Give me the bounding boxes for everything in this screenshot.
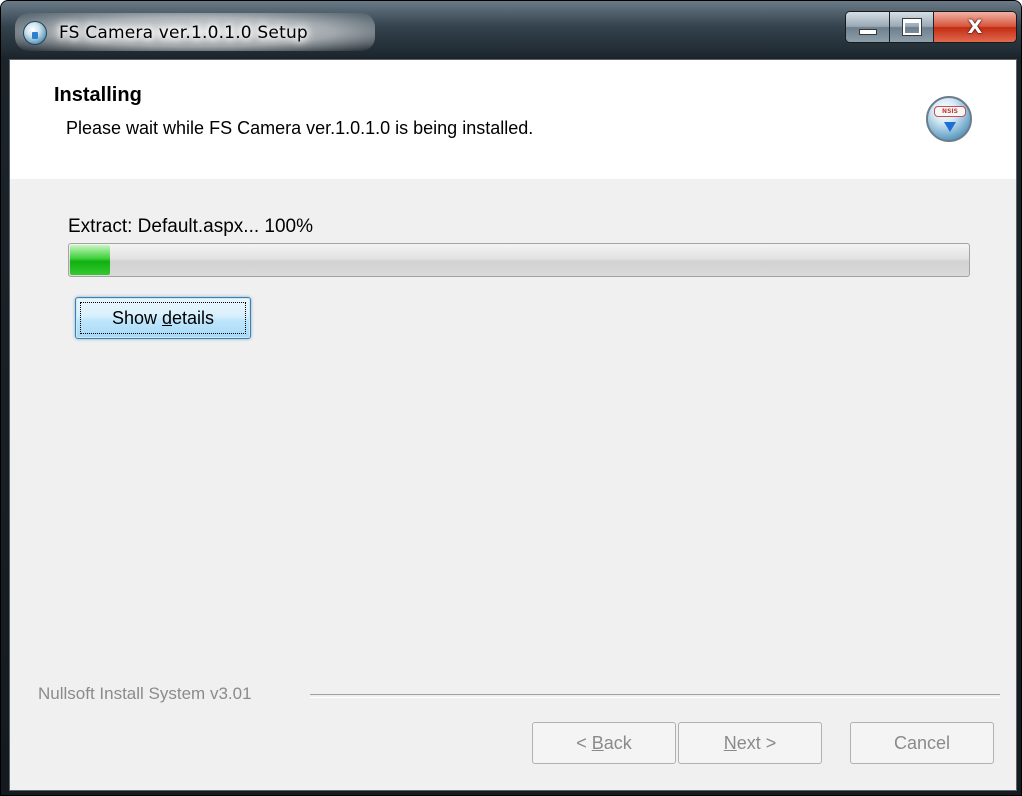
back-button[interactable]: < Back <box>532 722 676 764</box>
branding-divider <box>310 694 1000 698</box>
progress-bar-fill <box>70 245 110 275</box>
minimize-button[interactable] <box>846 12 890 42</box>
close-icon: X <box>967 16 983 38</box>
installer-header: Installing Please wait while FS Camera v… <box>10 60 1016 179</box>
nsis-installer-icon: NSIS <box>926 96 972 142</box>
cancel-button[interactable]: Cancel <box>850 722 994 764</box>
focus-ring <box>80 302 246 334</box>
branding-text: Nullsoft Install System v3.01 <box>38 684 260 704</box>
window-title: FS Camera ver.1.0.1.0 Setup <box>59 23 308 43</box>
caption-buttons: X <box>845 11 1017 43</box>
page-title: Installing <box>54 84 142 106</box>
maximize-button[interactable] <box>890 12 934 42</box>
minimize-icon <box>858 29 877 35</box>
header-divider <box>10 178 1016 179</box>
page-subtitle: Please wait while FS Camera ver.1.0.1.0 … <box>66 118 534 138</box>
next-button[interactable]: Next > <box>678 722 822 764</box>
installer-client-area: Installing Please wait while FS Camera v… <box>9 59 1017 791</box>
next-button-label: Next > <box>723 732 777 753</box>
download-arrow-icon <box>944 122 956 132</box>
nsis-badge: NSIS <box>934 106 966 117</box>
back-button-label: < Back <box>576 732 632 753</box>
title-bar[interactable]: FS Camera ver.1.0.1.0 Setup X <box>1 1 1021 57</box>
maximize-icon <box>901 18 922 36</box>
close-button[interactable]: X <box>934 12 1016 42</box>
show-details-button[interactable]: Show details <box>75 297 251 339</box>
installer-globe-icon <box>23 21 47 45</box>
installer-window: FS Camera ver.1.0.1.0 Setup X Installing… <box>0 0 1022 796</box>
cancel-button-label: Cancel <box>893 732 951 753</box>
progress-status-text: Extract: Default.aspx... 100% <box>68 216 314 237</box>
install-progress-bar <box>68 243 970 277</box>
